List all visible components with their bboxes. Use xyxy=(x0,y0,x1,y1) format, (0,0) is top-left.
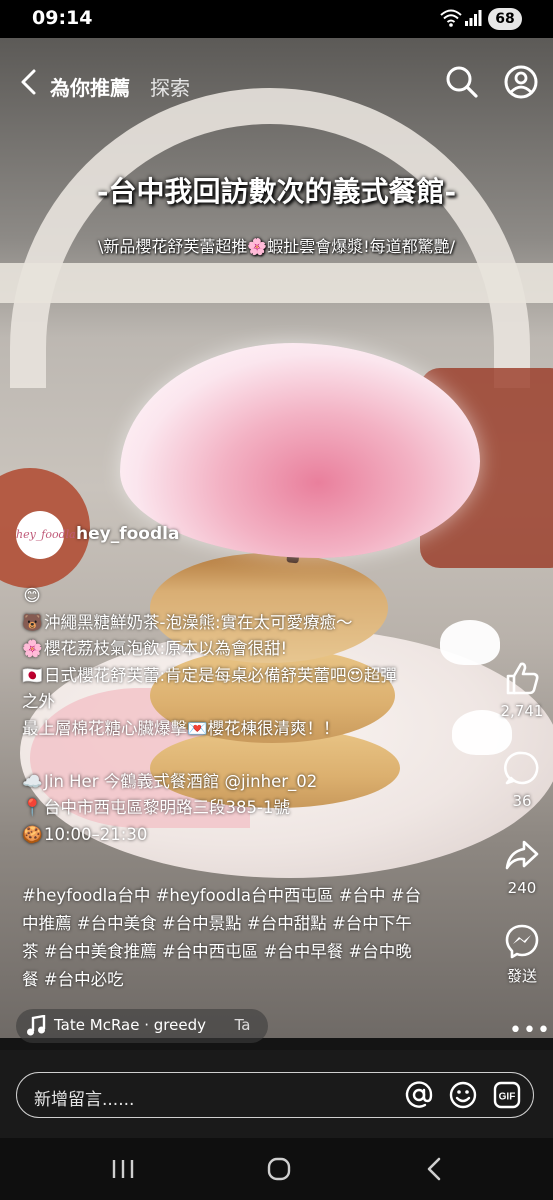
comment-count: 36 xyxy=(512,792,532,810)
comment-button[interactable]: 36 xyxy=(494,750,550,810)
music-title: Tate McRae · greedy Ta xyxy=(54,1016,251,1034)
photo-counter xyxy=(0,263,553,303)
caption-line: 之外 xyxy=(22,689,462,716)
comment-placeholder[interactable]: 新增留言...... xyxy=(34,1085,134,1110)
more-options-icon[interactable]: ••• xyxy=(509,1018,551,1043)
profile-icon[interactable] xyxy=(503,64,539,100)
send-button[interactable]: 發送 xyxy=(494,923,550,986)
share-count: 240 xyxy=(507,879,537,897)
blossom-emoji: 🌸 xyxy=(22,639,43,658)
music-note-icon xyxy=(27,1015,46,1036)
caption-text: 日式櫻花舒芙蕾:肯定是每桌必備舒芙蕾吧😍超彈 xyxy=(44,665,397,685)
author-name[interactable]: hey_foodla xyxy=(76,524,179,544)
caption-line: 🐻沖繩黑糖鮮奶茶-泡澡熊:實在太可愛療癒～ xyxy=(22,610,462,637)
gif-label: GIF xyxy=(499,1092,516,1103)
wifi-icon xyxy=(440,9,462,27)
caption-line: 🇯🇵日式櫻花舒芙蕾:肯定是每桌必備舒芙蕾吧😍超彈 xyxy=(22,663,462,690)
post-caption[interactable]: 😊 🐻沖繩黑糖鮮奶茶-泡澡熊:實在太可愛療癒～ 🌸櫻花荔枝氣泡飲:原本以為會很甜… xyxy=(22,583,462,848)
caption-text: 櫻花荔枝氣泡飲:原本以為會很甜! xyxy=(44,639,288,658)
caption-line: ☁️Jin Her 今鶴義式餐酒館 @jinher_02 xyxy=(22,769,462,796)
cloud-emoji: ☁️ xyxy=(22,771,43,791)
signal-icon xyxy=(465,10,482,26)
post-subheadline: \新品櫻花舒芙蕾超推🌸蝦扯雲會爆漿!每道都驚艷/ xyxy=(97,237,456,256)
back-icon[interactable] xyxy=(424,1156,444,1182)
back-arrow-icon[interactable] xyxy=(16,66,44,98)
pin-emoji: 📍 xyxy=(22,798,43,817)
emoji-icon[interactable] xyxy=(448,1080,478,1110)
hashtag-line[interactable]: 茶 #台中美食推薦 #台中西屯區 #台中早餐 #台中晚 xyxy=(22,938,462,966)
music-chip[interactable]: Tate McRae · greedy Ta xyxy=(16,1009,268,1043)
bear-emoji: 🐻 xyxy=(22,612,43,632)
avatar[interactable]: hey_foodla xyxy=(16,511,76,559)
caption-text: 最上層棉花糖心臟爆擊💌櫻花棟很清爽！！ xyxy=(22,718,340,738)
mention-icon[interactable] xyxy=(404,1080,434,1110)
tab-for-you[interactable]: 為你推薦 xyxy=(50,72,130,101)
caption-text: 沖繩黑糖鮮奶茶-泡澡熊:實在太可愛療癒～ xyxy=(44,612,353,632)
status-time: 09:14 xyxy=(32,7,93,29)
thumbs-up-icon xyxy=(506,662,539,695)
hashtag-line[interactable]: 中推薦 #台中美食 #台中景點 #台中甜點 #台中下午 xyxy=(22,910,462,938)
caption-text: Jin Her 今鶴義式餐酒館 @jinher_02 xyxy=(44,771,318,791)
caption-text: 台中市西屯區黎明路三段385-1號 xyxy=(44,798,290,817)
share-arrow-icon xyxy=(505,840,539,870)
home-icon[interactable] xyxy=(266,1156,292,1182)
caption-line: 🍪10:00–21:30 xyxy=(22,822,462,849)
comment-bubble-icon xyxy=(504,751,539,785)
caption-line: 🌸櫻花荔枝氣泡飲:原本以為會很甜! xyxy=(22,636,462,663)
caption-text: 之外 xyxy=(22,692,55,711)
tab-explore[interactable]: 探索 xyxy=(150,72,190,101)
search-icon[interactable] xyxy=(444,64,480,100)
system-navigation-bar xyxy=(0,1138,553,1200)
messenger-icon xyxy=(505,924,539,959)
caption-line: 😊 xyxy=(22,583,462,610)
hashtags[interactable]: #heyfoodla台中 #heyfoodla台中西屯區 #台中 #台 中推薦 … xyxy=(22,882,462,994)
reel-screen: 09:14 68 為你推薦 探索 -台中我回訪數次的義式餐館- \新品櫻花舒芙蕾… xyxy=(0,0,553,1200)
caption-line: 📍台中市西屯區黎明路三段385-1號 xyxy=(22,795,462,822)
recent-apps-icon[interactable] xyxy=(110,1158,136,1180)
caption-line: 最上層棉花糖心臟爆擊💌櫻花棟很清爽！！ xyxy=(22,716,462,743)
hashtag-line[interactable]: #heyfoodla台中 #heyfoodla台中西屯區 #台中 #台 xyxy=(22,882,462,910)
cookie-emoji: 🍪 xyxy=(22,824,43,844)
share-button[interactable]: 240 xyxy=(494,837,550,897)
status-bar: 09:14 68 xyxy=(0,0,553,38)
post-headline: -台中我回訪數次的義式餐館- xyxy=(96,175,457,208)
send-label: 發送 xyxy=(506,967,537,985)
japan-flag-emoji: 🇯🇵 xyxy=(22,665,43,685)
smile-emoji: 😊 xyxy=(23,586,41,605)
like-count: 2,741 xyxy=(500,702,544,720)
like-button[interactable]: 2,741 xyxy=(494,660,550,720)
hashtag-line[interactable]: 餐 #台中必吃 xyxy=(22,966,462,994)
battery-indicator: 68 xyxy=(488,8,522,30)
caption-text: 10:00–21:30 xyxy=(44,824,148,844)
gif-icon[interactable]: GIF xyxy=(492,1080,522,1110)
